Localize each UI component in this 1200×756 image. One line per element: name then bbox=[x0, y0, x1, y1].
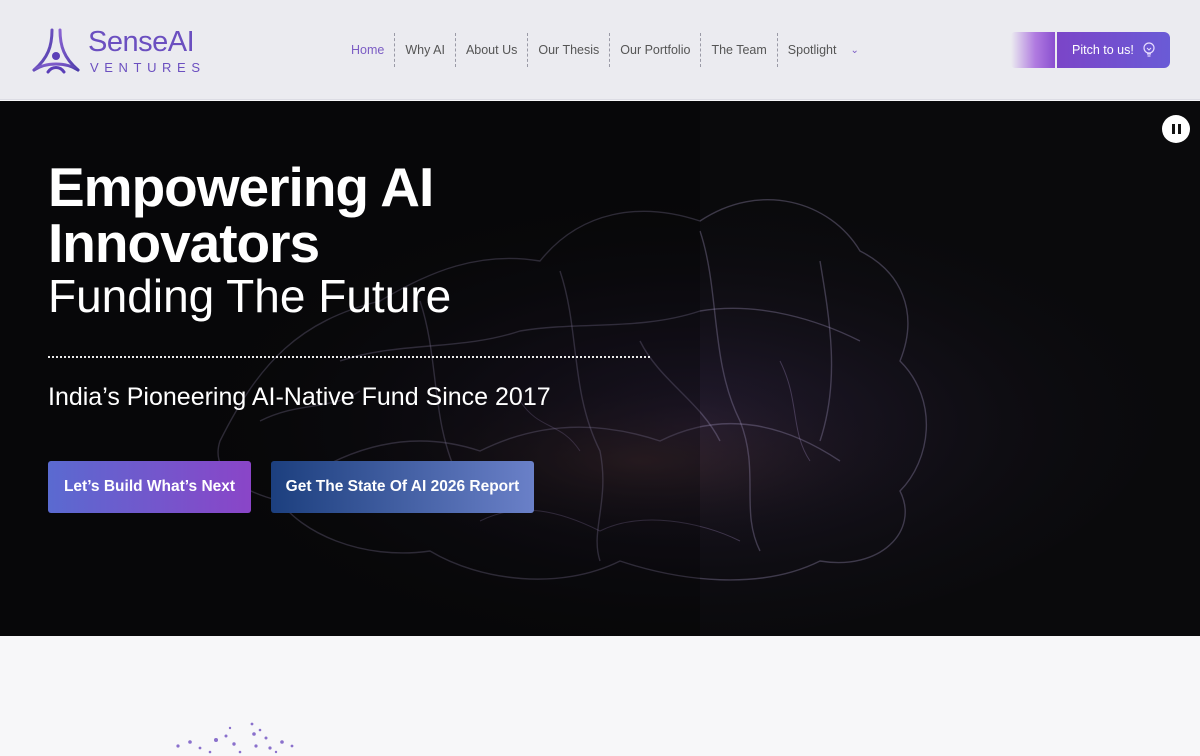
hero-title: Empowering AI Innovators bbox=[48, 156, 434, 274]
chevron-down-icon[interactable]: ⌄ bbox=[850, 34, 858, 68]
nav-item-why-ai[interactable]: Why AI bbox=[395, 33, 456, 67]
hero-tagline: India’s Pioneering AI-Native Fund Since … bbox=[48, 383, 551, 411]
pitch-button-label: Pitch to us! bbox=[1072, 43, 1134, 57]
particle-graphic bbox=[176, 722, 294, 754]
hero-divider bbox=[48, 356, 650, 358]
pitch-to-us-button[interactable]: Pitch to us! bbox=[1057, 32, 1170, 68]
nav-item-about-us[interactable]: About Us bbox=[456, 33, 529, 67]
lets-build-button[interactable]: Let’s Build What’s Next bbox=[48, 461, 251, 513]
nav-item-our-portfolio[interactable]: Our Portfolio bbox=[610, 33, 702, 67]
brand-name: SenseAI bbox=[88, 26, 195, 58]
pitch-fade-decoration bbox=[1011, 32, 1055, 68]
nav-item-the-team[interactable]: The Team bbox=[701, 33, 778, 67]
nav-item-spotlight[interactable]: Spotlight ⌄ bbox=[778, 33, 869, 67]
hero-subtitle: Funding The Future bbox=[48, 270, 452, 322]
state-of-ai-report-button[interactable]: Get The State Of AI 2026 Report bbox=[271, 461, 534, 513]
main-nav: Home Why AI About Us Our Thesis Our Port… bbox=[341, 32, 869, 68]
pitch-cta: Pitch to us! bbox=[1011, 32, 1170, 68]
lightbulb-icon bbox=[1143, 42, 1155, 57]
logo-mark-icon bbox=[32, 28, 80, 74]
next-section bbox=[0, 636, 1200, 754]
nav-item-our-thesis[interactable]: Our Thesis bbox=[528, 33, 611, 67]
nav-item-home[interactable]: Home bbox=[341, 33, 396, 67]
brand-subtitle: VENTURES bbox=[90, 60, 206, 75]
hero-section: Empowering AI Innovators Funding The Fut… bbox=[0, 101, 1200, 636]
site-header: SenseAI VENTURES Home Why AI About Us Ou… bbox=[0, 0, 1200, 100]
pause-video-button[interactable] bbox=[1162, 115, 1190, 143]
nav-item-spotlight-label: Spotlight bbox=[787, 43, 837, 57]
pause-icon bbox=[1171, 124, 1175, 134]
senseai-logo[interactable]: SenseAI VENTURES bbox=[30, 26, 220, 78]
